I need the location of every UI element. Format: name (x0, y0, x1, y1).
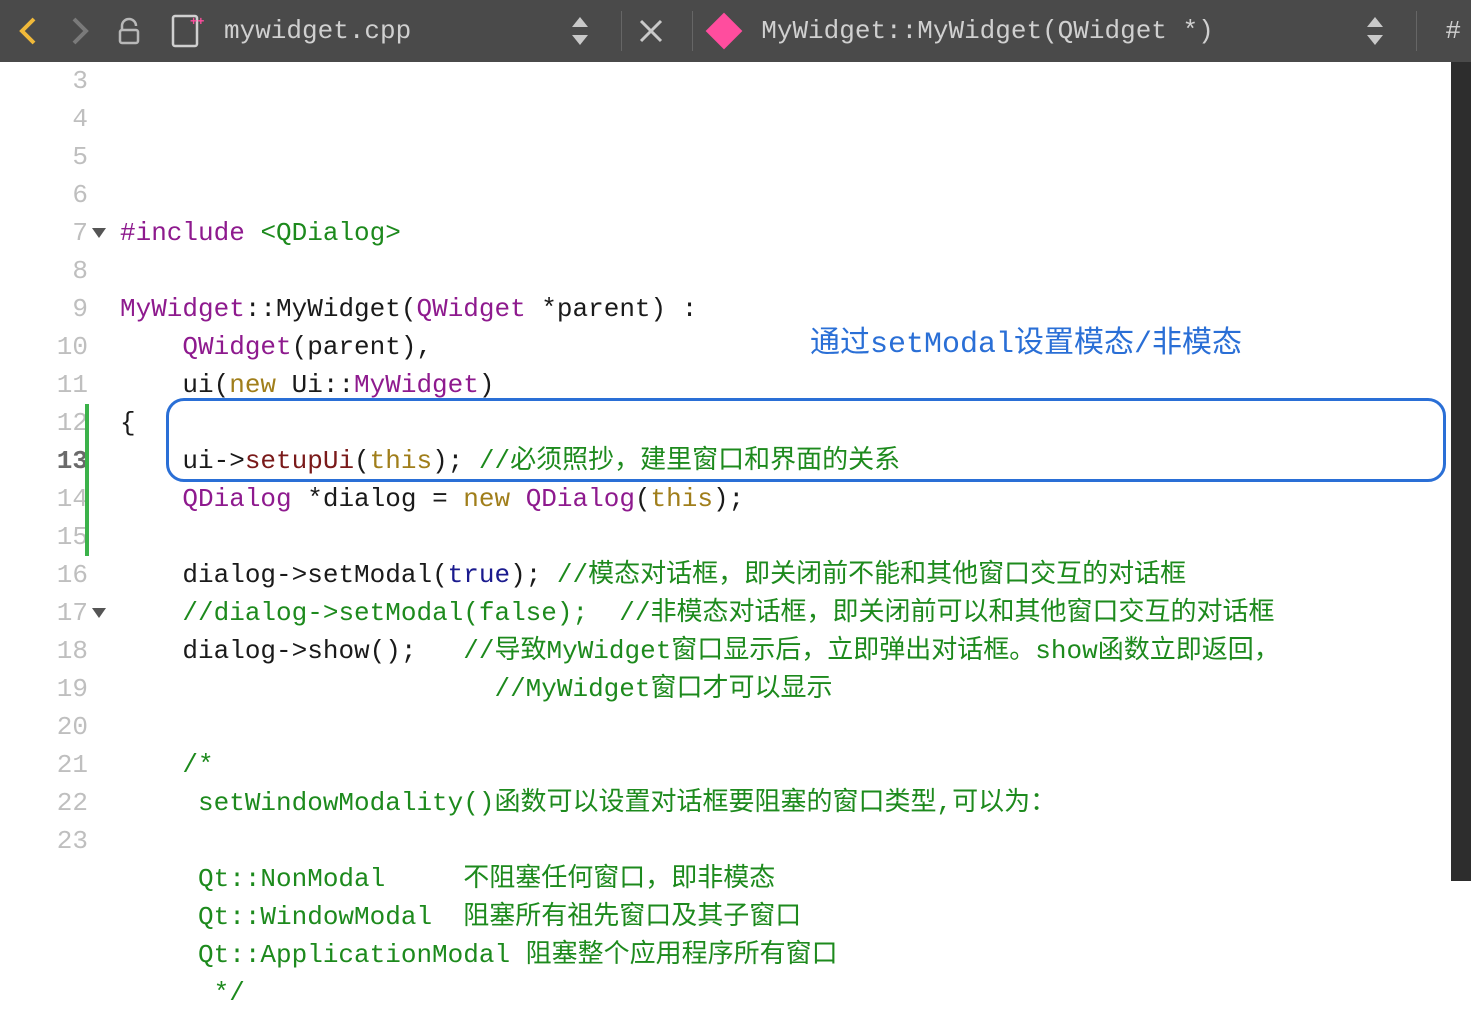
code-line[interactable] (120, 518, 1471, 556)
line-number[interactable]: 18 (0, 632, 88, 670)
line-number[interactable]: 14 (0, 480, 88, 518)
code-line[interactable]: QDialog *dialog = new QDialog(this); (120, 480, 1471, 518)
code-line[interactable]: dialog->setModal(true); //模态对话框，即关闭前不能和其… (120, 556, 1471, 594)
code-line[interactable] (120, 252, 1471, 290)
code-line[interactable]: MyWidget::MyWidget(QWidget *parent) : (120, 290, 1471, 328)
file-type-icon: ++ (168, 12, 206, 50)
code-line[interactable]: //MyWidget窗口才可以显示 (120, 670, 1471, 708)
symbol-switch-updown[interactable] (1356, 12, 1394, 50)
line-number[interactable]: 3 (0, 62, 88, 100)
code-line[interactable]: /* (120, 746, 1471, 784)
highlight-box (166, 398, 1446, 482)
line-number[interactable]: 22 (0, 784, 88, 822)
code-line[interactable] (120, 708, 1471, 746)
file-name-label[interactable]: mywidget.cpp (224, 16, 411, 46)
code-line[interactable]: dialog->show(); //导致MyWidget窗口显示后，立即弹出对话… (120, 632, 1471, 670)
line-number[interactable]: 13 (0, 442, 88, 480)
code-line[interactable] (120, 822, 1471, 860)
line-number[interactable]: 15 (0, 518, 88, 556)
toolbar-separator (692, 11, 693, 51)
nav-back-button[interactable] (10, 12, 48, 50)
toolbar-right-extra[interactable]: # (1445, 16, 1461, 46)
nav-forward-button[interactable] (60, 12, 98, 50)
line-number[interactable]: 5 (0, 138, 88, 176)
line-number[interactable]: 4 (0, 100, 88, 138)
right-strip (1451, 62, 1471, 881)
line-number[interactable]: 9 (0, 290, 88, 328)
close-button[interactable] (632, 12, 670, 50)
code-line[interactable]: */ (120, 974, 1471, 1012)
line-number[interactable]: 12 (0, 404, 88, 442)
annotation-label: 通过setModal设置模态/非模态 (810, 326, 1242, 364)
line-number[interactable]: 6 (0, 176, 88, 214)
line-number[interactable]: 7 (0, 214, 88, 252)
line-number[interactable]: 23 (0, 822, 88, 860)
line-number[interactable]: 19 (0, 670, 88, 708)
toolbar-separator (621, 11, 622, 51)
lock-icon[interactable] (110, 12, 148, 50)
line-number[interactable]: 8 (0, 252, 88, 290)
line-number[interactable]: 20 (0, 708, 88, 746)
symbol-icon (706, 13, 743, 50)
code-area[interactable]: 通过setModal设置模态/非模态 #include <QDialog> MyW… (110, 62, 1471, 881)
code-line[interactable]: #include <QDialog> (120, 214, 1471, 252)
fold-icon[interactable] (92, 608, 106, 618)
change-bar (85, 404, 89, 556)
line-number[interactable]: 11 (0, 366, 88, 404)
code-editor[interactable]: 34567891011121314151617181920212223 通过se… (0, 62, 1471, 881)
fold-icon[interactable] (92, 228, 106, 238)
line-number[interactable]: 10 (0, 328, 88, 366)
code-line[interactable]: Qt::ApplicationModal 阻塞整个应用程序所有窗口 (120, 936, 1471, 974)
svg-text:++: ++ (190, 15, 204, 29)
line-number[interactable]: 17 (0, 594, 88, 632)
code-line[interactable]: Qt::NonModal 不阻塞任何窗口，即非模态 (120, 860, 1471, 898)
symbol-label[interactable]: MyWidget::MyWidget(QWidget *) (761, 16, 1213, 46)
code-line[interactable]: Qt::WindowModal 阻塞所有祖先窗口及其子窗口 (120, 898, 1471, 936)
line-number[interactable]: 16 (0, 556, 88, 594)
line-number-gutter[interactable]: 34567891011121314151617181920212223 (0, 62, 110, 881)
editor-toolbar: ++ mywidget.cpp MyWidget::MyWidget(QWidg… (0, 0, 1471, 62)
line-number[interactable]: 21 (0, 746, 88, 784)
toolbar-separator (1416, 11, 1417, 51)
code-line[interactable]: setWindowModality()函数可以设置对话框要阻塞的窗口类型,可以为… (120, 784, 1471, 822)
code-line[interactable]: QWidget(parent), (120, 328, 1471, 366)
code-line[interactable]: //dialog->setModal(false); //非模态对话框，即关闭前… (120, 594, 1471, 632)
file-switch-updown[interactable] (561, 12, 599, 50)
